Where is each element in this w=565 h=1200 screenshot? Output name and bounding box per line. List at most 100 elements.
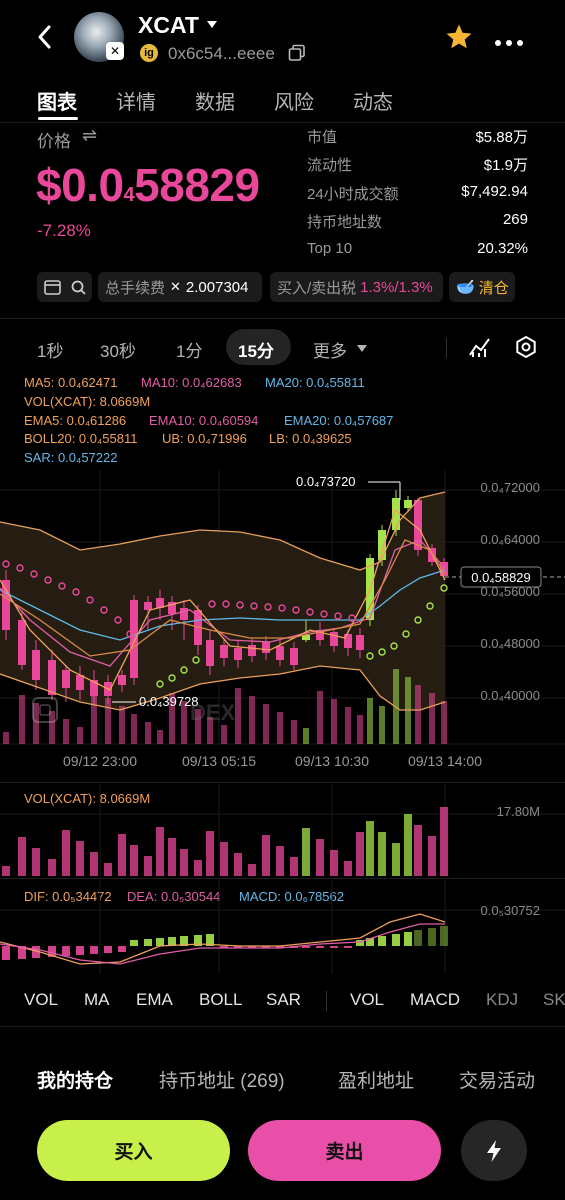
volume-bar <box>90 852 98 876</box>
lightning-icon <box>487 1139 501 1162</box>
tab-risk[interactable]: 风险 <box>274 86 314 115</box>
swap-icon[interactable]: ⇌ <box>82 125 97 146</box>
macd-chart[interactable]: 0.0₅30752 <box>0 880 565 976</box>
macd-bar <box>62 946 70 956</box>
chain-icon: ✕ <box>170 279 181 294</box>
indicator-vol[interactable]: VOL <box>24 990 58 1010</box>
volume-bar <box>357 715 363 744</box>
timeframe-1m[interactable]: 1分 <box>176 337 202 362</box>
timeframe-15m[interactable]: 15分 <box>238 337 274 362</box>
volume-bar <box>331 699 337 744</box>
indicator-sar[interactable]: SAR <box>266 990 301 1010</box>
stat-label-holders: 持币地址数 <box>307 214 383 231</box>
volume-bar <box>131 714 137 744</box>
volume-bar <box>145 722 151 744</box>
indicator-sk[interactable]: SK <box>543 990 565 1010</box>
volume-bar <box>105 698 111 744</box>
volume-bar <box>156 827 164 876</box>
macd-bar <box>118 946 126 952</box>
macd-bar <box>156 938 164 946</box>
volume-bar <box>429 693 435 744</box>
indicator-kdj[interactable]: KDJ <box>486 990 518 1010</box>
volume-bar <box>366 821 374 876</box>
volume-bar <box>76 841 84 876</box>
copy-icon[interactable] <box>288 44 306 62</box>
volume-bar <box>378 832 386 876</box>
volume-bar <box>415 685 421 744</box>
tab-details[interactable]: 详情 <box>116 86 156 115</box>
contract-address[interactable]: 0x6c54...eeee <box>168 44 275 64</box>
legend-ema5: EMA5: 0.0₄61286 <box>24 413 127 428</box>
price-chart[interactable]: 0.0₄73720 0.0₄39728 0.0₄72000 0.0₄64000 … <box>0 470 565 780</box>
volume-bar <box>290 857 298 876</box>
macd-bar <box>316 946 324 948</box>
volume-bar <box>3 732 9 744</box>
timeframe-30s[interactable]: 30秒 <box>100 337 136 362</box>
volume-bar <box>235 688 241 744</box>
indicator-vol-sub[interactable]: VOL <box>350 990 384 1010</box>
tools-chip[interactable] <box>37 272 92 302</box>
divider <box>326 991 327 1011</box>
indicator-ema[interactable]: EMA <box>136 990 173 1010</box>
volume-bar <box>262 835 270 876</box>
volume-bar <box>277 712 283 744</box>
macd-bar <box>404 932 412 946</box>
fee-chip[interactable]: 总手续费 ✕ 2.007304 <box>98 272 262 302</box>
volume-bar <box>345 707 351 744</box>
price-subscript: 4 <box>123 184 135 206</box>
fee-label: 总手续费 <box>105 279 166 297</box>
volume-bar <box>316 839 324 876</box>
indicator-chart-icon[interactable] <box>468 335 492 359</box>
time-axis-label: 09/13 05:15 <box>182 753 256 769</box>
indicator-macd[interactable]: MACD <box>410 990 460 1010</box>
tab-trade-activity[interactable]: 交易活动 <box>459 1066 535 1093</box>
volume-bar <box>392 843 400 876</box>
price-change: -7.28% <box>37 221 91 240</box>
volume-bar <box>18 837 26 876</box>
price-axis-label: 0.0₄72000 <box>480 480 540 495</box>
caret-down-icon[interactable] <box>357 345 367 352</box>
tab-chart[interactable]: 图表 <box>37 86 77 115</box>
timeframe-more[interactable]: 更多 <box>313 337 347 362</box>
volume-bar <box>220 842 228 876</box>
tab-profitable-addresses[interactable]: 盈利地址 <box>338 1066 414 1093</box>
high-label: 0.0₄73720 <box>296 474 356 489</box>
tab-activity[interactable]: 动态 <box>353 86 393 115</box>
high-marker: 0.0₄73720 <box>296 474 401 500</box>
search-icon[interactable] <box>71 280 86 295</box>
token-name[interactable]: XCAT <box>138 12 199 39</box>
browser-icon[interactable] <box>43 279 61 295</box>
macd-bar <box>76 946 84 955</box>
macd-bar <box>2 946 10 960</box>
volume-chart[interactable]: 17.80M <box>0 784 565 878</box>
stat-value-market-cap: $5.88万 <box>475 129 528 146</box>
more-options-icon[interactable] <box>494 34 524 46</box>
stat-value-top10: 20.32% <box>477 240 528 257</box>
clear-position-button[interactable]: 🥣 清仓 <box>449 272 515 302</box>
volume-bar <box>303 728 309 744</box>
indicator-ma[interactable]: MA <box>84 990 110 1010</box>
stat-value-liquidity: $1.9万 <box>483 157 528 174</box>
legend-sar: SAR: 0.0₄57222 <box>24 450 118 465</box>
volume-bar <box>234 853 242 876</box>
volume-bar <box>32 848 40 876</box>
current-price-tag-text: 0.0₄58829 <box>471 570 531 585</box>
tab-holder-addresses[interactable]: 持币地址 (269) <box>159 1066 285 1093</box>
tax-chip[interactable]: 买入/卖出税 1.3%/1.3% <box>270 272 443 302</box>
current-price: $0.0458829 <box>36 159 260 211</box>
macd-bar <box>330 946 338 948</box>
settings-icon[interactable] <box>514 335 538 359</box>
buy-button[interactable]: 买入 <box>37 1120 230 1181</box>
legend-ema10: EMA10: 0.0₄60594 <box>149 413 259 428</box>
indicator-boll[interactable]: BOLL <box>199 990 242 1010</box>
caret-down-icon[interactable] <box>207 21 217 28</box>
tab-my-holdings[interactable]: 我的持仓 <box>37 1066 113 1093</box>
volume-bar <box>206 831 214 876</box>
back-button[interactable] <box>30 22 60 52</box>
quick-trade-button[interactable] <box>461 1120 527 1181</box>
timeframe-1s[interactable]: 1秒 <box>37 337 63 362</box>
favorite-star-icon[interactable] <box>444 22 474 52</box>
clear-position-label: 清仓 <box>478 279 509 297</box>
tab-data[interactable]: 数据 <box>195 86 235 115</box>
sell-button[interactable]: 卖出 <box>248 1120 441 1181</box>
